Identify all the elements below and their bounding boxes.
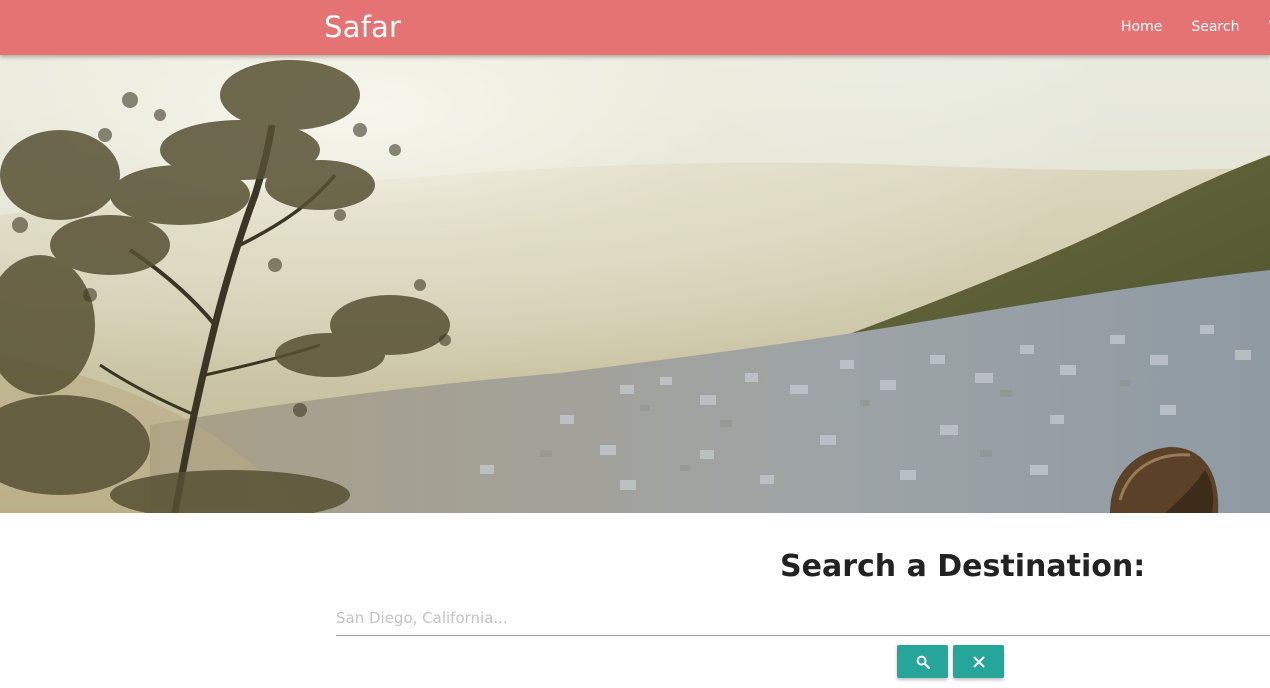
brand-logo[interactable]: Safar [324,9,401,45]
hero-background-image [0,55,1270,513]
nav-link-home[interactable]: Home [1106,19,1176,37]
destination-search-input[interactable] [336,601,1270,636]
nav-link-truncated[interactable]: W [1253,19,1270,37]
close-icon [973,656,984,667]
hero-landscape-illustration [0,55,1270,513]
search-icon [916,655,930,669]
search-heading: Search a Destination: [780,549,1146,584]
search-button[interactable] [897,645,948,678]
nav-link-search[interactable]: Search [1176,19,1253,37]
navbar: Safar Home Search W [0,0,1270,55]
clear-button[interactable] [953,645,1004,678]
nav-links: Home Search W [1106,0,1270,55]
search-section: Search a Destination: [0,513,1270,688]
